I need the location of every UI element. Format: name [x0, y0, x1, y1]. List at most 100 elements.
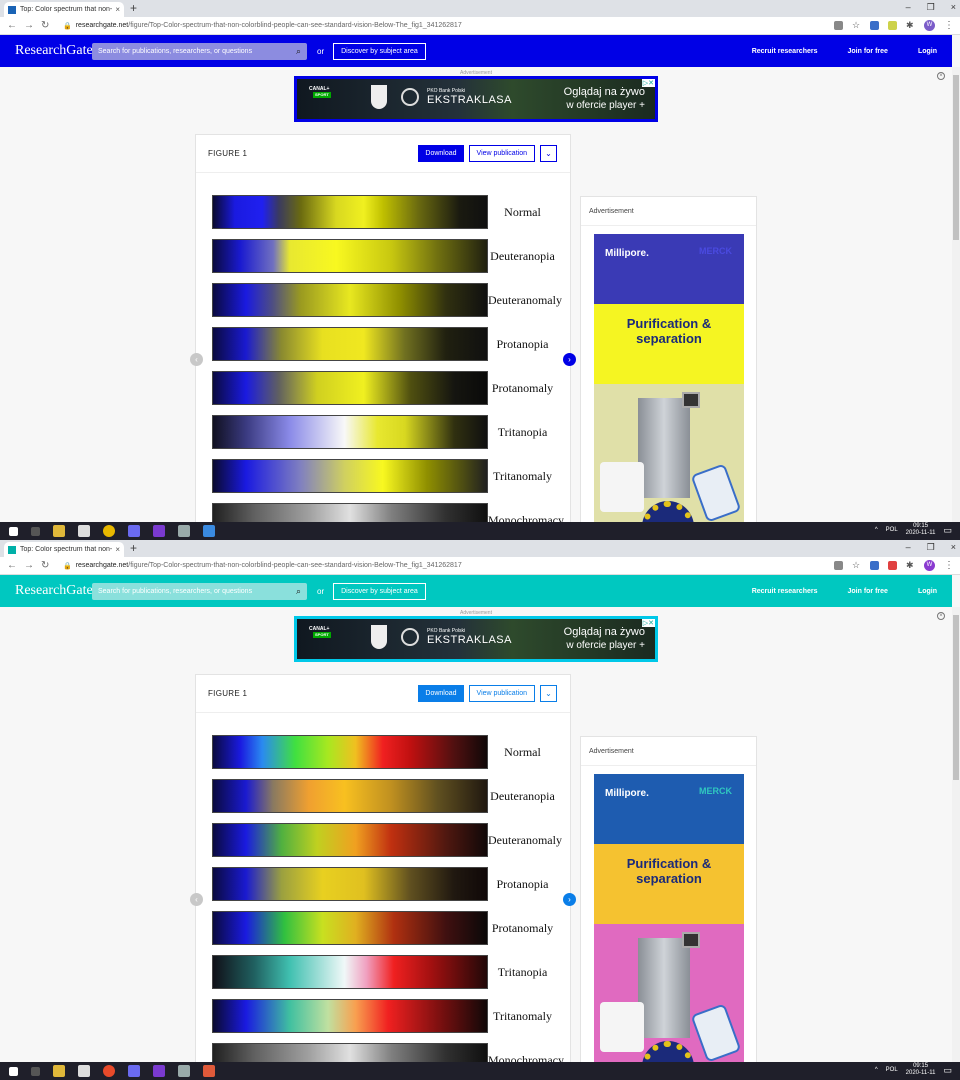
- ad-banner[interactable]: CANAL+ SPORT PKO Bank Polski EKSTRAKLASA …: [294, 76, 658, 122]
- lock-icon[interactable]: 🔒: [63, 22, 72, 30]
- discover-subject-button[interactable]: Discover by subject area: [333, 582, 426, 600]
- language-indicator[interactable]: POL: [886, 527, 898, 533]
- reload-icon[interactable]: ↻: [41, 560, 51, 571]
- language-indicator[interactable]: POL: [886, 1067, 898, 1073]
- login-link[interactable]: Login: [918, 48, 937, 55]
- minimize-button[interactable]: –: [906, 2, 911, 13]
- lock-icon[interactable]: 🔒: [63, 562, 72, 570]
- bookmark-star-icon[interactable]: ☆: [852, 561, 861, 570]
- menu-dots-icon[interactable]: ⋮: [944, 560, 954, 571]
- app-icon[interactable]: [203, 1065, 215, 1077]
- back-arrow-icon[interactable]: ←: [7, 20, 17, 31]
- close-window-button[interactable]: ×: [951, 2, 956, 13]
- ad-banner[interactable]: CANAL+ SPORT PKO Bank Polski EKSTRAKLASA …: [294, 616, 658, 662]
- restore-button[interactable]: ❐: [927, 2, 935, 13]
- download-extension-icon[interactable]: [870, 561, 879, 570]
- download-button[interactable]: Download: [418, 685, 464, 702]
- tray-arrow-icon[interactable]: ^: [875, 1067, 878, 1073]
- close-ad-icon[interactable]: ×: [937, 72, 945, 80]
- next-figure-button[interactable]: ›: [563, 353, 576, 366]
- reload-icon[interactable]: ↻: [41, 20, 51, 31]
- join-for-free-link[interactable]: Join for free: [847, 588, 887, 595]
- chrome-taskbar-icon[interactable]: [103, 525, 115, 537]
- more-options-button[interactable]: ⌄: [540, 685, 557, 702]
- view-publication-button[interactable]: View publication: [468, 145, 535, 162]
- more-options-button[interactable]: ⌄: [540, 145, 557, 162]
- chrome-taskbar-icon[interactable]: [103, 1065, 115, 1077]
- close-ad-icon[interactable]: ×: [937, 612, 945, 620]
- clock[interactable]: 09:15 2020-11-11: [906, 1063, 936, 1077]
- side-advertisement[interactable]: Advertisement Millipore. MERCK Purificat…: [580, 196, 757, 527]
- windows-start-icon[interactable]: [9, 526, 18, 536]
- control-panel-icon[interactable]: [78, 525, 90, 537]
- merck-ad-image[interactable]: Millipore. MERCK Purification & separati…: [594, 774, 744, 1067]
- extension-icon[interactable]: [888, 561, 897, 570]
- browser-tab[interactable]: Top: Color spectrum that non-co ×: [4, 2, 124, 17]
- login-link[interactable]: Login: [918, 588, 937, 595]
- close-window-button[interactable]: ×: [951, 542, 956, 553]
- researchgate-logo[interactable]: ResearchGate: [15, 43, 93, 59]
- file-explorer-icon[interactable]: [53, 1065, 65, 1077]
- ad-choices-icon[interactable]: ▷✕: [641, 79, 655, 87]
- ad-choices-icon[interactable]: ▷✕: [641, 619, 655, 627]
- scroll-thumb[interactable]: [953, 75, 959, 240]
- profile-avatar[interactable]: W: [924, 560, 935, 571]
- profile-avatar[interactable]: W: [924, 20, 935, 31]
- new-tab-button[interactable]: +: [130, 1, 137, 15]
- discord-icon[interactable]: [128, 1065, 140, 1077]
- back-arrow-icon[interactable]: ←: [7, 560, 17, 571]
- page-scrollbar[interactable]: [952, 607, 960, 1062]
- forward-arrow-icon[interactable]: →: [24, 560, 34, 571]
- tool-icon[interactable]: [178, 1065, 190, 1077]
- menu-dots-icon[interactable]: ⋮: [944, 20, 954, 31]
- clock[interactable]: 09:15 2020-11-11: [906, 523, 936, 537]
- download-extension-icon[interactable]: [870, 21, 879, 30]
- file-explorer-icon[interactable]: [53, 525, 65, 537]
- page-scrollbar[interactable]: [952, 67, 960, 522]
- address-bar[interactable]: researchgate.net/figure/Top-Color-spectr…: [76, 22, 462, 29]
- task-view-icon[interactable]: [31, 526, 40, 536]
- task-view-icon[interactable]: [31, 1066, 40, 1076]
- tool-icon[interactable]: [178, 525, 190, 537]
- scroll-thumb[interactable]: [953, 615, 959, 780]
- visual-studio-icon[interactable]: [153, 525, 165, 537]
- search-icon[interactable]: ⌕: [296, 46, 301, 57]
- translate-icon[interactable]: [834, 561, 843, 570]
- app-icon[interactable]: [203, 525, 215, 537]
- puzzle-icon[interactable]: ✱: [906, 21, 915, 30]
- download-button[interactable]: Download: [418, 145, 464, 162]
- windows-start-icon[interactable]: [9, 1066, 18, 1076]
- restore-button[interactable]: ❐: [927, 542, 935, 553]
- recruit-researchers-link[interactable]: Recruit researchers: [752, 588, 818, 595]
- tab-close-icon[interactable]: ×: [115, 545, 120, 554]
- extension-icon[interactable]: [888, 21, 897, 30]
- prev-figure-button[interactable]: ‹: [190, 353, 203, 366]
- join-for-free-link[interactable]: Join for free: [847, 48, 887, 55]
- search-icon[interactable]: ⌕: [296, 586, 301, 597]
- side-advertisement[interactable]: Advertisement Millipore. MERCK Purificat…: [580, 736, 757, 1067]
- notification-icon[interactable]: ▭: [943, 1065, 952, 1076]
- prev-figure-button[interactable]: ‹: [190, 893, 203, 906]
- minimize-button[interactable]: –: [906, 542, 911, 553]
- notification-icon[interactable]: ▭: [943, 525, 952, 536]
- browser-tab[interactable]: Top: Color spectrum that non-co ×: [4, 542, 124, 557]
- address-bar[interactable]: researchgate.net/figure/Top-Color-spectr…: [76, 562, 462, 569]
- discover-subject-button[interactable]: Discover by subject area: [333, 42, 426, 60]
- tray-arrow-icon[interactable]: ^: [875, 527, 878, 533]
- merck-ad-image[interactable]: Millipore. MERCK Purification & separati…: [594, 234, 744, 527]
- recruit-researchers-link[interactable]: Recruit researchers: [752, 48, 818, 55]
- control-panel-icon[interactable]: [78, 1065, 90, 1077]
- view-publication-button[interactable]: View publication: [468, 685, 535, 702]
- puzzle-icon[interactable]: ✱: [906, 561, 915, 570]
- discord-icon[interactable]: [128, 525, 140, 537]
- tab-close-icon[interactable]: ×: [115, 5, 120, 14]
- forward-arrow-icon[interactable]: →: [24, 20, 34, 31]
- researchgate-logo[interactable]: ResearchGate: [15, 583, 93, 599]
- next-figure-button[interactable]: ›: [563, 893, 576, 906]
- search-input[interactable]: Search for publications, researchers, or…: [92, 42, 307, 60]
- new-tab-button[interactable]: +: [130, 541, 137, 555]
- translate-icon[interactable]: [834, 21, 843, 30]
- visual-studio-icon[interactable]: [153, 1065, 165, 1077]
- search-input[interactable]: Search for publications, researchers, or…: [92, 582, 307, 600]
- bookmark-star-icon[interactable]: ☆: [852, 21, 861, 30]
